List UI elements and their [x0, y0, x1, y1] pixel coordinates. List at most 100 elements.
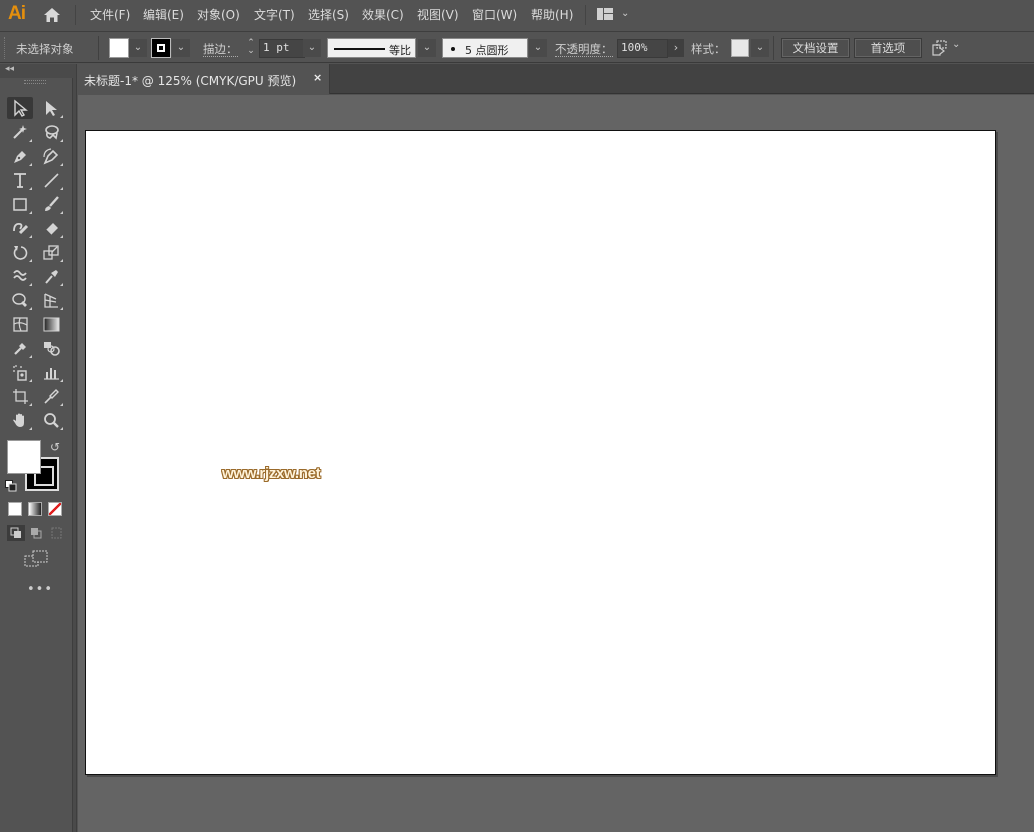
- change-screen-mode-icon[interactable]: [24, 550, 48, 568]
- workspace-layout-icon[interactable]: [597, 8, 613, 20]
- stroke-weight-chevron-icon[interactable]: ⌄: [303, 39, 321, 57]
- column-graph-tool[interactable]: [38, 361, 64, 383]
- puppet-warp-icon: [45, 270, 58, 284]
- paintbrush-tool[interactable]: [38, 193, 64, 215]
- opacity-arrow-icon[interactable]: ›: [668, 39, 684, 57]
- stroke-profile-select[interactable]: 等比: [327, 38, 416, 58]
- tool-group-indicator: [29, 139, 32, 142]
- zoom-icon: [44, 413, 59, 428]
- menu-type[interactable]: 文字(T): [254, 6, 295, 23]
- artboard-tool[interactable]: [7, 385, 33, 407]
- close-tab-icon[interactable]: ×: [313, 71, 322, 84]
- shape-builder-tool[interactable]: [7, 289, 33, 311]
- document-tab[interactable]: 未标题-1* @ 125% (CMYK/GPU 预览) ×: [78, 64, 330, 94]
- curvature-tool[interactable]: [38, 145, 64, 167]
- menu-file[interactable]: 文件(F): [90, 6, 130, 23]
- menu-help[interactable]: 帮助(H): [531, 6, 573, 23]
- menu-separator: [585, 5, 586, 25]
- draw-behind-button[interactable]: [27, 525, 45, 541]
- perspective-grid-tool[interactable]: [38, 289, 64, 311]
- tool-group-indicator: [29, 355, 32, 358]
- brush-select[interactable]: 5 点圆形: [442, 38, 528, 58]
- opacity-label[interactable]: 不透明度：: [555, 41, 613, 57]
- hand-tool[interactable]: [7, 409, 33, 431]
- shape-builder-icon: [12, 293, 27, 307]
- none-mode-button[interactable]: [48, 502, 62, 516]
- stroke-label[interactable]: 描边：: [203, 41, 238, 57]
- preferences-button[interactable]: 首选项: [854, 38, 922, 58]
- graphic-style-swatch[interactable]: [731, 39, 749, 57]
- direct-selection-tool[interactable]: [38, 97, 64, 119]
- panel-divider: [73, 64, 77, 832]
- stroke-swatch[interactable]: [151, 38, 171, 58]
- slice-tool[interactable]: [38, 385, 64, 407]
- warp-tool[interactable]: [7, 265, 33, 287]
- stroke-profile-chevron-icon[interactable]: ⌄: [418, 39, 436, 57]
- stroke-dropdown-chevron-icon[interactable]: ⌄: [172, 39, 190, 57]
- menu-edit[interactable]: 编辑(E): [143, 6, 184, 23]
- type-tool[interactable]: [7, 169, 33, 191]
- menu-bar: Ai 文件(F) 编辑(E) 对象(O) 文字(T) 选择(S) 效果(C) 视…: [0, 0, 1034, 30]
- panel-grip[interactable]: [24, 80, 46, 84]
- grip-handle[interactable]: [4, 37, 6, 59]
- selection-tool[interactable]: [7, 97, 33, 119]
- rectangle-tool[interactable]: [7, 193, 33, 215]
- tool-group-indicator: [60, 427, 63, 430]
- menu-effect[interactable]: 效果(C): [362, 6, 404, 23]
- lasso-tool[interactable]: [38, 121, 64, 143]
- more-tools-icon[interactable]: •••: [27, 582, 53, 597]
- magic-wand-tool[interactable]: [7, 121, 33, 143]
- rotate-tool[interactable]: [7, 241, 33, 263]
- mesh-tool[interactable]: [7, 313, 33, 335]
- tools-panel-header: ◂◂: [0, 64, 73, 78]
- shaper-tool[interactable]: [7, 217, 33, 239]
- opacity-input[interactable]: 100%: [617, 39, 668, 58]
- draw-normal-button[interactable]: [7, 525, 25, 541]
- line-segment-tool[interactable]: [38, 169, 64, 191]
- default-fill-stroke-icon[interactable]: [5, 480, 17, 492]
- collapse-icon[interactable]: ◂◂: [5, 64, 14, 74]
- arrange-documents-icon[interactable]: [932, 40, 948, 56]
- shaper-icon: [13, 222, 29, 235]
- tool-group-indicator: [29, 163, 32, 166]
- tool-group-indicator: [29, 211, 32, 214]
- eyedropper-tool[interactable]: [7, 337, 33, 359]
- scale-tool[interactable]: [38, 241, 64, 263]
- puppet-warp-tool[interactable]: [38, 265, 64, 287]
- stroke-weight-input[interactable]: 1 pt: [259, 39, 305, 58]
- tool-group-indicator: [60, 379, 63, 382]
- artboard[interactable]: [85, 130, 996, 775]
- symbol-sprayer-tool[interactable]: [7, 361, 33, 383]
- gradient-tool[interactable]: [38, 313, 64, 335]
- tool-group-indicator: [60, 307, 63, 310]
- blend-icon: [44, 342, 60, 356]
- menu-object[interactable]: 对象(O): [197, 6, 240, 23]
- draw-inside-button[interactable]: [47, 525, 65, 541]
- app-logo: Ai: [8, 3, 26, 24]
- menu-view[interactable]: 视图(V): [417, 6, 459, 23]
- stroke-weight-stepper[interactable]: ⌃ ⌄: [244, 39, 258, 57]
- chevron-down-icon[interactable]: ⌄: [621, 8, 629, 19]
- swap-fill-stroke-icon[interactable]: ↺: [50, 440, 60, 454]
- tool-group-indicator: [60, 259, 63, 262]
- menu-select[interactable]: 选择(S): [308, 6, 349, 23]
- gradient-mode-button[interactable]: [28, 502, 42, 516]
- fill-color-box[interactable]: [7, 440, 41, 474]
- style-chevron-icon[interactable]: ⌄: [751, 39, 769, 57]
- eraser-tool[interactable]: [38, 217, 64, 239]
- tool-group-indicator: [29, 187, 32, 190]
- style-label: 样式：: [691, 42, 726, 56]
- warp-icon: [13, 270, 27, 281]
- blend-tool[interactable]: [38, 337, 64, 359]
- stroke-profile-label: 等比: [389, 44, 411, 57]
- fill-swatch[interactable]: [109, 38, 129, 58]
- pen-tool[interactable]: [7, 145, 33, 167]
- home-icon[interactable]: [43, 7, 61, 23]
- menu-window[interactable]: 窗口(W): [472, 6, 517, 23]
- color-mode-button[interactable]: [8, 502, 22, 516]
- chevron-down-icon[interactable]: ⌄: [952, 39, 960, 50]
- document-setup-button[interactable]: 文档设置: [781, 38, 850, 58]
- brush-chevron-icon[interactable]: ⌄: [529, 39, 547, 57]
- zoom-tool[interactable]: [38, 409, 64, 431]
- fill-dropdown-chevron-icon[interactable]: ⌄: [129, 39, 147, 57]
